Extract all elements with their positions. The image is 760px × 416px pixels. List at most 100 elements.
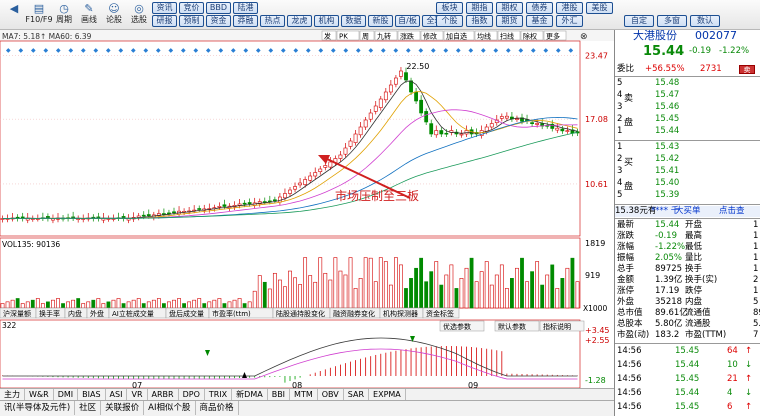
toolbar-window-button[interactable]: 多窗 — [657, 15, 687, 27]
buy-level-row: 1 15.43 — [615, 142, 760, 153]
ma-values: MA7: 5.18↑ MA60: 6.39 — [2, 32, 92, 41]
toolbar-window-button[interactable]: 自定 — [624, 15, 654, 27]
event-marker: ◆ — [319, 47, 324, 54]
toolbar-blue-button[interactable]: 陆港 — [233, 2, 258, 14]
event-marker: ◆ — [481, 47, 486, 54]
indicator-tab-label: 盘后成交量 — [169, 309, 204, 318]
sell-price: 15.44 — [655, 126, 680, 136]
order-bar-text: 大买单 — [675, 206, 701, 216]
indicator-select-tab[interactable]: BBI — [268, 389, 291, 400]
toolbar-market-button[interactable]: 期货 — [496, 15, 523, 27]
chart-menu-label: 涨跌 — [400, 32, 414, 41]
toolbar-blue-button[interactable]: 龙虎 — [287, 15, 312, 27]
toolbar-market-button[interactable]: 期权 — [496, 2, 523, 14]
toolbar-market-button[interactable]: 指数 — [466, 15, 493, 27]
toolbar-blue-button[interactable]: 莽融 — [233, 15, 258, 27]
indicator-select-tab[interactable]: W&R — [25, 389, 54, 400]
toolbar-filter-button[interactable]: ◎ 选股 — [127, 1, 151, 29]
indicator-select-tab[interactable]: VR — [127, 389, 148, 400]
stat-label: 流通股 — [685, 319, 711, 329]
toolbar-market-button[interactable]: 板块 — [436, 2, 463, 14]
volume-bar — [227, 301, 232, 309]
toolbar-market-button[interactable]: 期指 — [466, 2, 493, 14]
buy-price: 15.41 — [655, 166, 680, 176]
toolbar-blue-button[interactable]: 研报 — [152, 15, 177, 27]
volume-bar — [151, 299, 156, 309]
stat-value: 5 — [753, 297, 759, 307]
indicator-tab-label: 陆股通持股变化 — [276, 309, 325, 318]
toolbar-blue-button[interactable]: 数据 — [341, 15, 366, 27]
volume-bar — [368, 257, 373, 309]
volume-bar — [20, 303, 25, 309]
volume-bar — [504, 288, 509, 309]
stock-name-row: 大港股份 002077 — [615, 30, 760, 44]
stock-name: 大港股份 — [633, 30, 677, 42]
candle-body — [172, 211, 176, 214]
toolbar-market-button[interactable]: 个股 — [436, 15, 463, 27]
toolbar-market-button[interactable]: 美股 — [586, 2, 613, 14]
stat-value: 1 — [753, 231, 759, 241]
price-row: 15.44 -0.19 -1.22% — [615, 45, 760, 60]
indicator-select-tab[interactable]: MTM — [290, 389, 318, 400]
toolbar-window-button[interactable]: 数认 — [690, 15, 720, 27]
toolbar-blue-button[interactable]: 资讯 — [152, 2, 177, 14]
stat-label: 总股本 — [617, 319, 643, 329]
toolbar-blue-button[interactable]: 竞价 — [179, 2, 204, 14]
volume-bar — [338, 270, 343, 309]
toolbar-blue-button[interactable]: 机构 — [314, 15, 339, 27]
info-tab[interactable]: 商品价格 — [196, 401, 239, 415]
indicator-select-tab[interactable]: BIAS — [78, 389, 106, 400]
toolbar-market-button[interactable]: 债券 — [526, 2, 553, 14]
event-marker: ◆ — [331, 47, 336, 54]
volume-bar — [61, 303, 65, 309]
event-marker: ◆ — [44, 47, 49, 54]
toolbar-market-button[interactable]: 港股 — [556, 2, 583, 14]
indicator-select-tab[interactable]: SAR — [344, 389, 370, 400]
big-order-bar[interactable]: 15.38元有 **** 千大买单 点击查 — [615, 206, 760, 217]
toolbar-blue-button[interactable]: 热点 — [260, 15, 285, 27]
indicator-select-tab[interactable]: EXPMA — [369, 389, 406, 400]
volume-bar — [35, 298, 40, 309]
toolbar-market-button[interactable]: 基金 — [526, 15, 553, 27]
indicator-select-tab[interactable]: ASI — [106, 389, 128, 400]
volume-unit-label: X1000 — [583, 304, 607, 313]
indicator-select-tab[interactable]: ARBR — [148, 389, 179, 400]
toolbar-market-button[interactable]: 外汇 — [556, 15, 583, 27]
volume-bar — [429, 271, 434, 309]
sell-level: 5 — [617, 78, 623, 88]
kline-chart[interactable]: MA7: 5.18↑ MA60: 6.39 发 PK 周九转 涨跌 修改 加自选 均线 扫线 除权… — [0, 30, 614, 388]
toolbar-blue-button[interactable]: 资金 — [206, 15, 231, 27]
indicator-select-tab[interactable]: TRIX — [205, 389, 233, 400]
toolbar-blue-button[interactable]: 新股 — [368, 15, 393, 27]
order-panel-button[interactable]: 卖 — [739, 65, 755, 74]
chart-menu-label: 扫线 — [500, 32, 514, 41]
stat-label: 换手(实) — [685, 275, 718, 285]
indicator-select-tab[interactable]: OBV — [318, 389, 344, 400]
kline-chart-panel[interactable]: MA7: 5.18↑ MA60: 6.39 发 PK 周九转 涨跌 修改 加自选 均线 扫线 除权… — [0, 30, 614, 416]
toolbar-blue-button[interactable]: 自/板 — [395, 15, 420, 27]
indicator-select-tab[interactable]: 主力 — [0, 389, 25, 400]
indicator-select-tab[interactable]: 新DMA — [232, 389, 268, 400]
info-tab[interactable]: AI相似个股 — [144, 401, 196, 415]
volume-bar — [232, 299, 237, 309]
toolbar-blue-button[interactable]: 预制 — [179, 15, 204, 27]
buy-level-row: 5 15.39 — [615, 190, 760, 201]
candle-body — [499, 116, 504, 119]
event-marker: ◆ — [431, 47, 436, 54]
info-tab[interactable]: 社区 — [75, 401, 102, 415]
volume-bar — [257, 275, 262, 309]
toolbar-blue-button[interactable]: BBD — [206, 2, 231, 14]
volume-bar — [5, 301, 10, 309]
volume-axis-label: 919 — [585, 271, 600, 280]
volume-title: VOL135: 90136 — [2, 240, 60, 249]
volume-bar — [404, 288, 408, 309]
f10-icon: ▤ — [33, 2, 45, 15]
indicator-select-tab[interactable]: DPO — [179, 389, 205, 400]
info-tab[interactable]: 关联报价 — [101, 401, 145, 415]
close-icon[interactable]: ⊗ — [580, 32, 588, 42]
sell-price: 15.47 — [655, 90, 680, 100]
indicator-select-tab[interactable]: DMI — [54, 389, 79, 400]
info-tab[interactable]: 讯(半导体及元件) — [0, 401, 76, 415]
volume-bar — [399, 264, 403, 309]
sell-level: 3 — [617, 102, 623, 112]
